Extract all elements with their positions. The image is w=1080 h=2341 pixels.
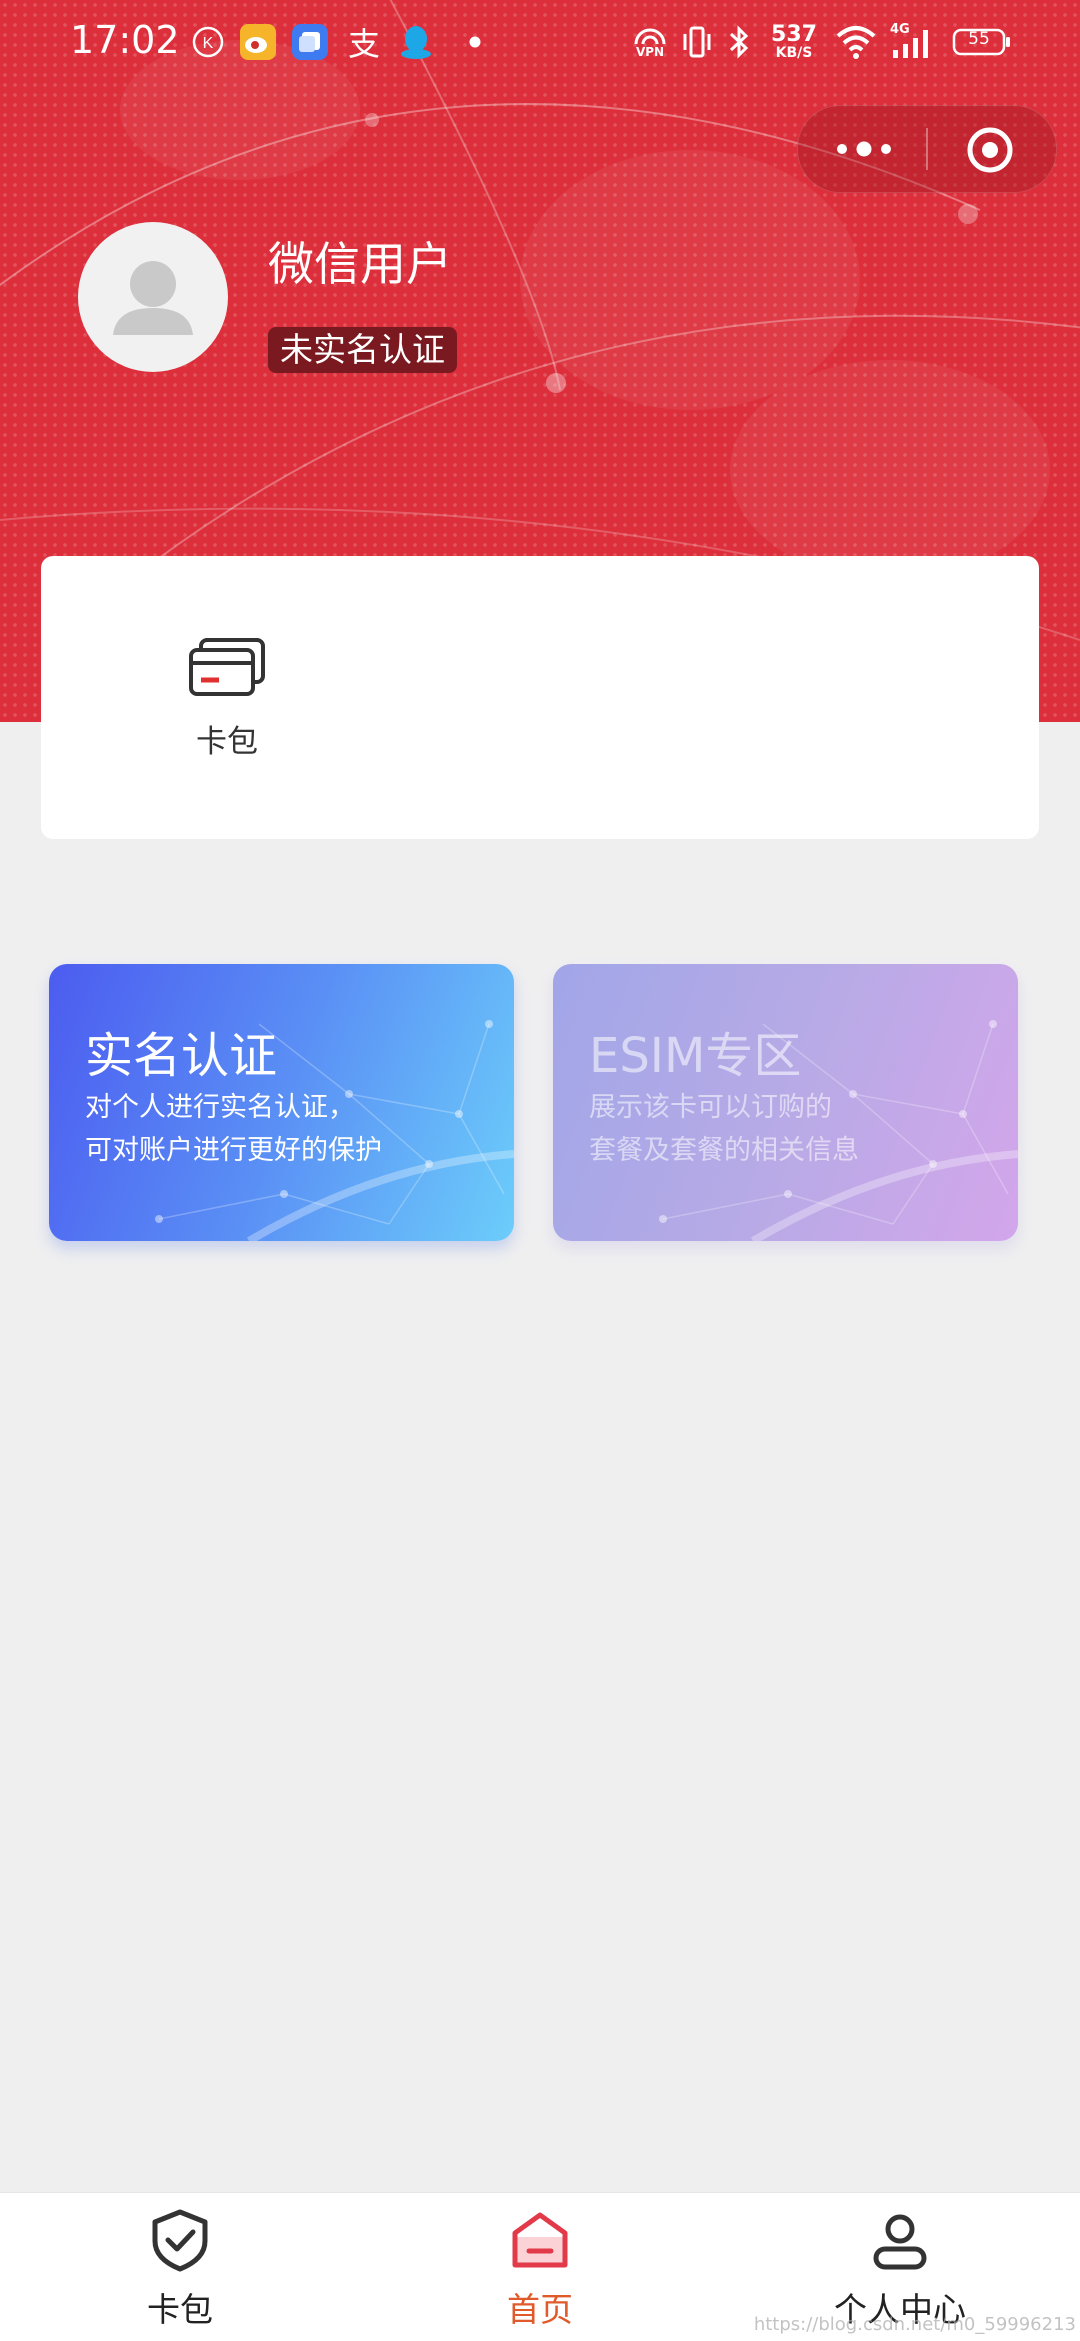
status-time: 17:02 [70, 18, 180, 62]
promo-desc-line: 套餐及套餐的相关信息 [589, 1135, 859, 1166]
promo-desc-line: 可对账户进行更好的保护 [85, 1135, 382, 1166]
app-square-icon [290, 22, 330, 62]
esim-zone-card[interactable]: ESIM专区 展示该卡可以订购的 套餐及套餐的相关信息 [553, 964, 1018, 1241]
tab-wallet[interactable]: 卡包 [80, 2207, 280, 2331]
default-user-icon [113, 261, 193, 335]
weibo-icon [238, 22, 278, 62]
net-speed: 537 KB/S [768, 22, 820, 62]
home-icon [512, 2212, 568, 2268]
username: 微信用户 [268, 237, 452, 291]
watermark: https://blog.csdn.net/m0_59996213 [753, 2314, 1076, 2335]
net-speed-value: 537 [771, 22, 817, 47]
close-miniprogram-icon[interactable] [966, 126, 1014, 174]
tab-label: 首页 [507, 2290, 573, 2329]
tab-label: 卡包 [147, 2290, 213, 2329]
svg-text:K: K [203, 35, 214, 52]
real-name-verification-card[interactable]: 实名认证 对个人进行实名认证， 可对账户进行更好的保护 [49, 964, 514, 1241]
battery-level: 55 [968, 29, 990, 49]
promo-description: 对个人进行实名认证， 可对账户进行更好的保护 [85, 1086, 382, 1172]
qq-icon [396, 22, 436, 62]
tab-home[interactable]: 首页 [440, 2207, 640, 2331]
wifi-icon [834, 22, 878, 62]
miniprogram-capsule [797, 105, 1057, 193]
capsule-divider [926, 128, 928, 170]
more-options-icon[interactable] [826, 128, 902, 170]
shield-check-icon [152, 2209, 208, 2272]
notification-dot-icon [465, 22, 485, 62]
bottom-tab-bar: 卡包 首页 个人中心 https://blog.csdn.net/m0_5999… [0, 2192, 1080, 2341]
avatar[interactable] [78, 222, 228, 372]
vpn-icon: VPN [630, 22, 670, 62]
wallet-card-icon [189, 638, 265, 696]
bluetooth-icon [724, 22, 754, 62]
k-app-icon: K [190, 22, 226, 62]
tab-personal-center[interactable]: 个人中心 [800, 2207, 1000, 2331]
battery-icon: 55 [952, 22, 1012, 62]
promo-title: ESIM专区 [589, 1028, 802, 1084]
status-bar: 17:02 K 支 VPN 537 KB/S 4G 55 [0, 0, 1080, 84]
alipay-icon: 支 [347, 25, 380, 63]
vibrate-icon [680, 22, 714, 62]
promo-desc-line: 对个人进行实名认证， [85, 1092, 355, 1123]
promo-title: 实名认证 [85, 1028, 278, 1084]
person-icon [873, 2214, 927, 2270]
wallet-label: 卡包 [196, 724, 258, 760]
network-type-label: 4G [890, 22, 910, 37]
quick-actions-card: 卡包 [41, 556, 1039, 839]
net-speed-unit: KB/S [775, 45, 813, 61]
verification-status-badge[interactable]: 未实名认证 [268, 327, 457, 373]
promo-desc-line: 展示该卡可以订购的 [589, 1092, 832, 1123]
vpn-label: VPN [635, 45, 665, 59]
wallet-entry[interactable]: 卡包 [149, 636, 305, 761]
cellular-signal-icon: 4G [888, 22, 940, 62]
promo-description: 展示该卡可以订购的 套餐及套餐的相关信息 [589, 1086, 859, 1172]
